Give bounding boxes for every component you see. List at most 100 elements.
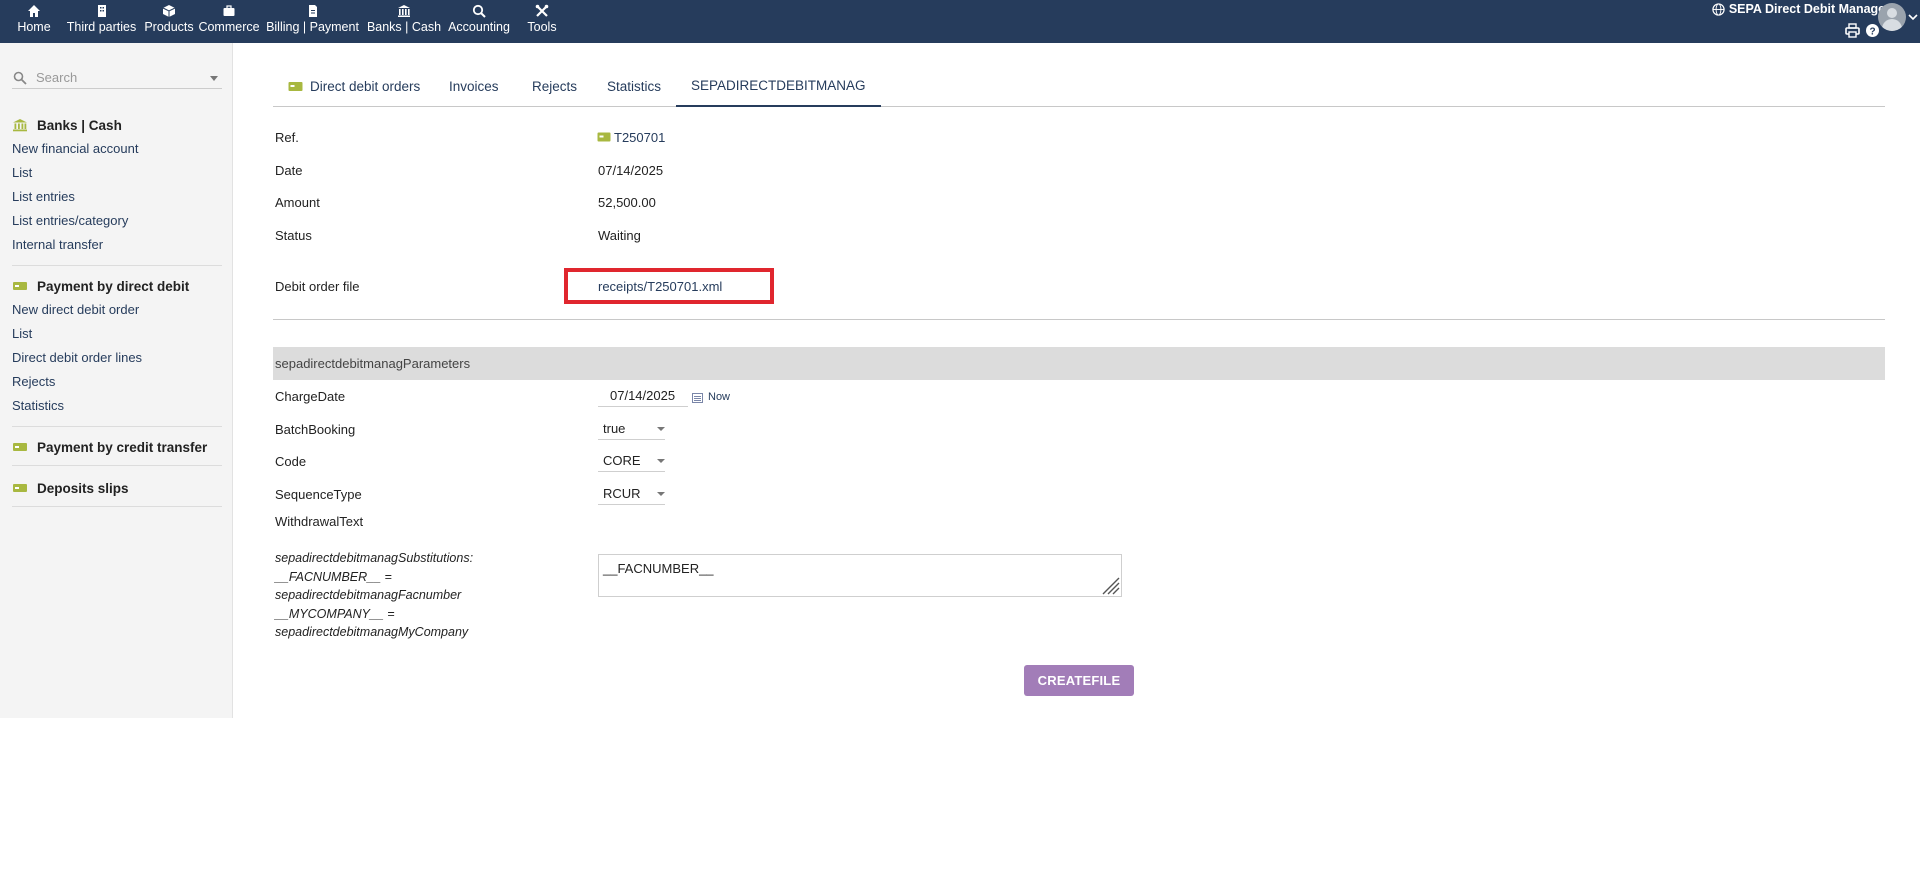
- tab-statistics[interactable]: Statistics: [592, 65, 676, 107]
- nav-tools[interactable]: Tools: [514, 0, 570, 43]
- ref-label: Ref.: [275, 129, 299, 145]
- nav-label: Third parties: [66, 20, 137, 34]
- ref-value[interactable]: T250701: [597, 127, 665, 147]
- withdrawal-row: WithdrawalText: [275, 511, 363, 531]
- params-section-header: sepadirectdebitmanagParameters: [273, 347, 1885, 380]
- nav-billing[interactable]: Billing | Payment: [261, 0, 364, 43]
- sequence-type-select[interactable]: RCUR: [598, 483, 665, 505]
- nav-third-parties[interactable]: Third parties: [62, 0, 141, 43]
- tools-icon: [535, 4, 549, 17]
- search-dollar-icon: [472, 4, 486, 18]
- substitutions-help: sepadirectdebitmanagSubstitutions: __FAC…: [275, 549, 535, 642]
- user-avatar[interactable]: [1878, 3, 1906, 31]
- ref-link[interactable]: T250701: [614, 130, 665, 145]
- sequence-row: SequenceType: [275, 484, 362, 504]
- tab-sepadirectdebitmanag[interactable]: SEPADIRECTDEBITMANAG: [676, 65, 881, 107]
- tab-direct-debit-orders[interactable]: Direct debit orders: [273, 65, 435, 107]
- sequence-label: SequenceType: [275, 486, 362, 502]
- status-value: Waiting: [598, 227, 641, 243]
- menu-link-list[interactable]: List: [12, 322, 222, 346]
- menu-title-banks-cash[interactable]: Banks | Cash: [12, 113, 222, 137]
- menu-title-label: Deposits slips: [37, 480, 129, 496]
- highlight-box: [564, 268, 774, 304]
- withdrawal-text-input[interactable]: __FACNUMBER__: [598, 554, 1122, 597]
- menu-title-credit-transfer[interactable]: Payment by credit transfer: [12, 435, 222, 459]
- nav-banks-cash[interactable]: Banks | Cash: [364, 0, 444, 43]
- status-label: Status: [275, 227, 312, 243]
- payment-icon: [597, 132, 611, 142]
- payment-icon: [288, 81, 303, 91]
- tab-invoices[interactable]: Invoices: [434, 65, 514, 107]
- tab-label: SEPADIRECTDEBITMANAG: [691, 77, 866, 93]
- help-icon[interactable]: ?: [1865, 23, 1880, 38]
- top-nav: Home Third parties Products Commerce Bil…: [6, 0, 570, 43]
- menu-link-new-financial-account[interactable]: New financial account: [12, 137, 222, 161]
- charge-date-input[interactable]: 07/14/2025: [598, 385, 688, 407]
- module-title: SEPA Direct Debit Manager: [1712, 2, 1890, 16]
- code-select[interactable]: CORE: [598, 450, 665, 472]
- nav-home[interactable]: Home: [6, 0, 62, 43]
- chevron-down-icon[interactable]: [1908, 12, 1918, 22]
- create-file-button[interactable]: CREATEFILE: [1024, 665, 1134, 696]
- batch-row: BatchBooking: [275, 419, 355, 439]
- module-title-text: SEPA Direct Debit Manager: [1728, 2, 1890, 16]
- tab-rejects[interactable]: Rejects: [517, 65, 592, 107]
- nav-accounting[interactable]: Accounting: [444, 0, 514, 43]
- menu-link-list-entries[interactable]: List entries: [12, 185, 222, 209]
- amount-label: Amount: [275, 194, 320, 210]
- cube-icon: [162, 5, 176, 17]
- menu-link-statistics[interactable]: Statistics: [12, 394, 222, 418]
- home-icon: [28, 5, 40, 17]
- dropdown-arrow-icon: [657, 491, 665, 496]
- left-menu: Banks | Cash New financial account List …: [0, 113, 222, 515]
- payment-icon: [13, 484, 27, 492]
- nav-label: Tools: [527, 20, 557, 34]
- date-value: 07/14/2025: [598, 162, 664, 178]
- resize-handle-icon[interactable]: [1099, 574, 1120, 595]
- withdrawal-label: WithdrawalText: [275, 513, 364, 529]
- globe-icon: [1712, 2, 1725, 16]
- charge-date-row: ChargeDate: [275, 386, 345, 406]
- print-icon[interactable]: [1845, 23, 1860, 38]
- nav-commerce[interactable]: Commerce: [197, 0, 261, 43]
- menu-link-direct-debit-order-lines[interactable]: Direct debit order lines: [12, 346, 222, 370]
- date-label: Date: [275, 162, 303, 178]
- menu-link-list[interactable]: List: [12, 161, 222, 185]
- tab-label: Rejects: [532, 78, 578, 94]
- withdrawal-text-value: __FACNUMBER__: [603, 561, 714, 576]
- amount-row: Amount: [275, 192, 320, 212]
- batch-booking-select[interactable]: true: [598, 418, 665, 440]
- nav-products[interactable]: Products: [141, 0, 197, 43]
- subst-line: __MYCOMPANY__ =: [275, 606, 395, 621]
- now-link[interactable]: Now: [692, 386, 730, 408]
- params-section-title: sepadirectdebitmanagParameters: [275, 356, 471, 371]
- amount-value: 52,500.00: [598, 194, 656, 210]
- nav-label: Billing | Payment: [266, 20, 359, 34]
- dropdown-arrow-icon: [657, 458, 665, 463]
- menu-title-deposits-slips[interactable]: Deposits slips: [12, 476, 222, 500]
- menu-link-list-entries-category[interactable]: List entries/category: [12, 209, 222, 233]
- search-input[interactable]: Search: [12, 67, 222, 89]
- menu-group-credit-transfer: Payment by credit transfer: [12, 435, 222, 466]
- tab-label: Invoices: [449, 78, 499, 94]
- top-bar: Home Third parties Products Commerce Bil…: [0, 0, 1920, 43]
- menu-link-rejects[interactable]: Rejects: [12, 370, 222, 394]
- file-label: Debit order file: [275, 278, 360, 294]
- calendar-icon: [692, 392, 703, 403]
- subst-line: sepadirectdebitmanagMyCompany: [275, 625, 469, 639]
- nav-label: Commerce: [198, 20, 260, 34]
- dropdown-arrow-icon: [657, 426, 665, 431]
- menu-link-internal-transfer[interactable]: Internal transfer: [12, 233, 222, 257]
- file-row: Debit order file: [275, 276, 360, 296]
- menu-link-new-direct-debit-order[interactable]: New direct debit order: [12, 298, 222, 322]
- nav-label: Accounting: [448, 20, 510, 34]
- tab-label: Statistics: [607, 78, 662, 94]
- dropdown-arrow-icon[interactable]: [210, 74, 218, 82]
- svg-text:?: ?: [1869, 26, 1875, 37]
- tab-label: Direct debit orders: [310, 78, 421, 94]
- menu-title-label: Payment by credit transfer: [37, 439, 208, 455]
- menu-title-direct-debit[interactable]: Payment by direct debit: [12, 274, 222, 298]
- search-icon: [13, 71, 27, 85]
- menu-group-banks-cash: Banks | Cash New financial account List …: [12, 113, 222, 266]
- bank-icon: [398, 5, 410, 17]
